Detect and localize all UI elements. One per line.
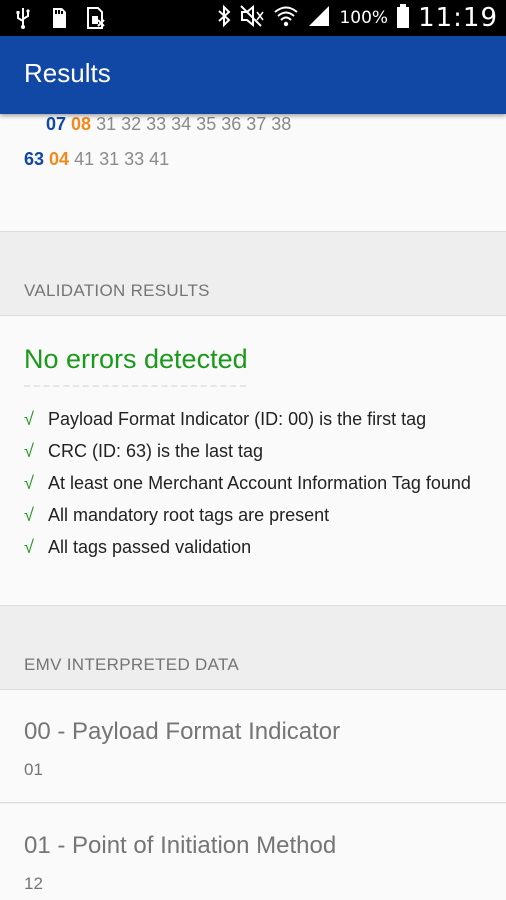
validation-status: No errors detected bbox=[24, 344, 248, 374]
check-icon: √ bbox=[24, 473, 34, 493]
battery-icon bbox=[396, 3, 410, 34]
mute-icon bbox=[239, 4, 265, 33]
validation-check-item: √ At least one Merchant Account Informat… bbox=[24, 472, 494, 495]
emv-data-item[interactable]: 01 - Point of Initiation Method 12 bbox=[0, 804, 506, 900]
validation-check-item: √ All mandatory root tags are present bbox=[24, 504, 494, 527]
tag-value: 31 32 33 34 35 36 37 38 bbox=[96, 114, 292, 134]
validation-check-text: All mandatory root tags are present bbox=[48, 505, 330, 525]
validation-check-text: All tags passed validation bbox=[48, 537, 252, 557]
app-bar: Results bbox=[0, 36, 506, 114]
signal-icon bbox=[307, 4, 331, 33]
tag-id: 07 bbox=[46, 114, 67, 134]
status-underline bbox=[24, 385, 246, 387]
validation-check-item: √ CRC (ID: 63) is the last tag bbox=[24, 440, 494, 463]
page-title: Results bbox=[24, 58, 111, 88]
validation-check-item: √ Payload Format Indicator (ID: 00) is t… bbox=[24, 408, 494, 431]
check-icon: √ bbox=[24, 537, 34, 557]
clock: 11:19 bbox=[418, 3, 498, 33]
tag-length: 04 bbox=[49, 149, 70, 169]
results-content[interactable]: 07 08 31 32 33 34 35 36 37 38 63 04 41 3… bbox=[0, 114, 506, 900]
check-icon: √ bbox=[24, 505, 34, 525]
validation-results-header: VALIDATION RESULTS bbox=[0, 232, 506, 316]
check-icon: √ bbox=[24, 409, 34, 429]
raw-data-line: 07 08 31 32 33 34 35 36 37 38 bbox=[46, 114, 291, 135]
tag-id: 63 bbox=[24, 149, 45, 169]
validation-checks-list: √ Payload Format Indicator (ID: 00) is t… bbox=[24, 408, 494, 568]
emv-interpreted-data-header: EMV INTERPRETED DATA bbox=[0, 606, 506, 690]
validation-check-item: √ All tags passed validation bbox=[24, 536, 494, 559]
validation-check-text: At least one Merchant Account Informatio… bbox=[48, 473, 471, 493]
emv-item-value: 12 bbox=[24, 874, 43, 893]
battery-percent: 100% bbox=[339, 8, 389, 28]
sd-card-icon bbox=[50, 6, 68, 35]
emv-item-title: 01 - Point of Initiation Method bbox=[24, 832, 337, 859]
check-icon: √ bbox=[24, 441, 34, 461]
raw-data-card: 07 08 31 32 33 34 35 36 37 38 63 04 41 3… bbox=[0, 114, 506, 232]
raw-data-line: 63 04 41 31 33 41 bbox=[24, 149, 169, 170]
status-bar-left bbox=[14, 6, 106, 35]
wifi-icon bbox=[273, 4, 299, 33]
bluetooth-icon bbox=[217, 4, 231, 33]
section-header-label: EMV INTERPRETED DATA bbox=[24, 655, 240, 674]
sim-card-icon bbox=[86, 6, 106, 35]
emv-item-value: 01 bbox=[24, 760, 43, 779]
emv-item-title: 00 - Payload Format Indicator bbox=[24, 718, 341, 745]
validation-check-text: CRC (ID: 63) is the last tag bbox=[48, 441, 264, 461]
status-bar: 100% 11:19 bbox=[0, 0, 506, 36]
tag-value: 41 31 33 41 bbox=[74, 149, 170, 169]
validation-check-text: Payload Format Indicator (ID: 00) is the… bbox=[48, 409, 427, 429]
usb-icon bbox=[14, 6, 32, 35]
validation-card: No errors detected √ Payload Format Indi… bbox=[0, 316, 506, 606]
tag-length: 08 bbox=[71, 114, 92, 134]
status-bar-right: 100% 11:19 bbox=[217, 2, 498, 34]
section-header-label: VALIDATION RESULTS bbox=[24, 281, 210, 300]
emv-data-item[interactable]: 00 - Payload Format Indicator 01 bbox=[0, 690, 506, 803]
